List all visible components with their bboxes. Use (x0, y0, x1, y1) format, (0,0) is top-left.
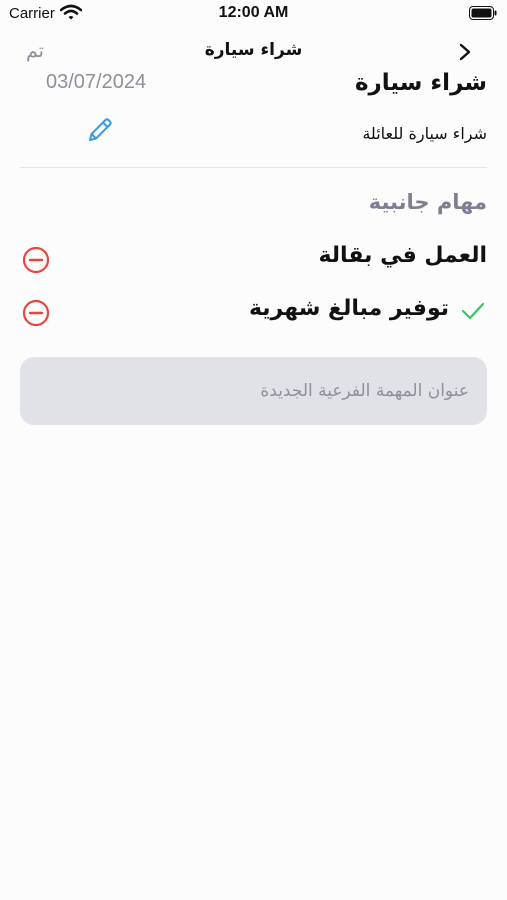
new-subtask-input[interactable] (20, 357, 487, 425)
status-bar: Carrier 12:00 AM (0, 0, 507, 28)
navigation-bar: تم شراء سيارة (0, 36, 507, 68)
subtask-row[interactable]: توفير مبالغ شهرية (20, 291, 487, 331)
chevron-right-icon[interactable] (456, 42, 474, 62)
task-description: شراء سيارة للعائلة (362, 124, 487, 143)
pencil-icon[interactable] (84, 114, 116, 146)
subtask-label: توفير مبالغ شهرية (248, 296, 449, 321)
subtask-row[interactable]: العمل في بقالة (20, 238, 487, 278)
task-title: شراء سيارة (354, 70, 487, 96)
subtasks-heading: مهام جانبية (368, 190, 487, 214)
subtask-label: العمل في بقالة (318, 243, 487, 268)
clock: 12:00 AM (218, 4, 289, 21)
divider (20, 167, 487, 168)
remove-subtask-button[interactable] (21, 245, 51, 275)
checkmark-icon (461, 302, 485, 320)
nav-title: شراء سيارة (204, 40, 303, 60)
remove-subtask-button[interactable] (21, 298, 51, 328)
battery-icon (469, 6, 497, 20)
new-subtask-field (20, 357, 487, 425)
task-date: 03/07/2024 (46, 71, 147, 93)
